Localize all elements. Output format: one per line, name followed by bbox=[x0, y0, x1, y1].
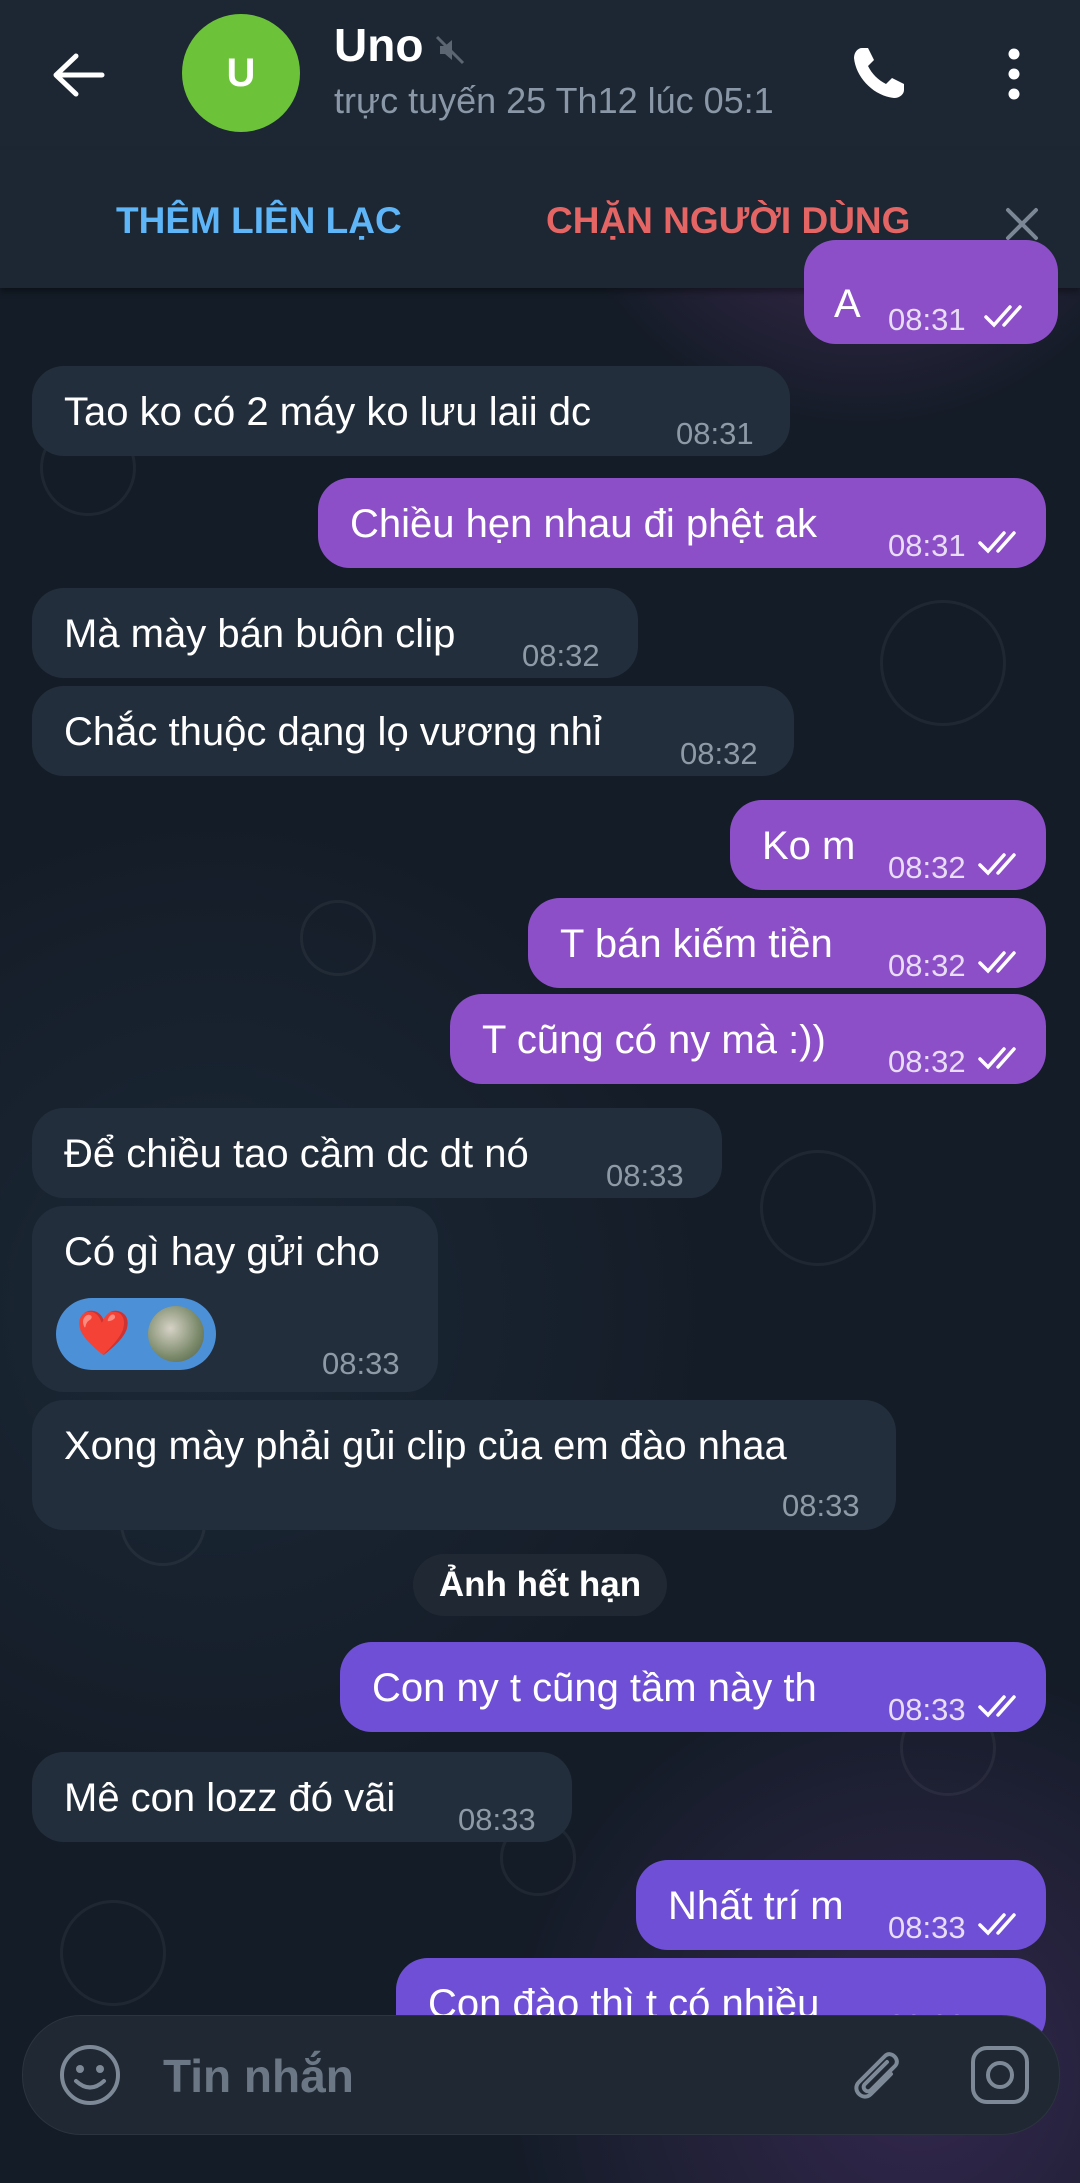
message-bubble-incoming[interactable]: Để chiều tao cầm dc dt nó 08:33 bbox=[32, 1108, 722, 1198]
message-bubble-outgoing[interactable]: Nhất trí m 08:33 bbox=[636, 1860, 1046, 1950]
message-bubble-outgoing[interactable]: T bán kiếm tiền 08:32 bbox=[528, 898, 1046, 988]
message-bubble-incoming[interactable]: Mê con lozz đó vãi 08:33 bbox=[32, 1752, 572, 1842]
message-time: 08:33 bbox=[458, 1802, 536, 1837]
emoji-icon[interactable] bbox=[57, 2042, 123, 2108]
chat-title[interactable]: Uno bbox=[334, 18, 423, 72]
message-bubble-incoming[interactable]: Mà mày bán buôn clip 08:32 bbox=[32, 588, 638, 678]
close-icon[interactable] bbox=[1004, 206, 1040, 242]
double-check-icon bbox=[984, 305, 1022, 328]
message-text: Con ny t cũng tầm này th bbox=[372, 1666, 817, 1710]
message-text: Mê con lozz đó vãi bbox=[64, 1776, 396, 1820]
message-time: 08:33 bbox=[606, 1158, 684, 1193]
message-bubble-outgoing[interactable]: A 08:31 bbox=[804, 240, 1058, 344]
heart-reaction-icon: ❤️ bbox=[76, 1309, 131, 1358]
reaction-pill[interactable]: ❤️ bbox=[56, 1298, 216, 1370]
message-text: Xong mày phải gủi clip của em đào nhaa bbox=[64, 1424, 787, 1468]
double-check-icon bbox=[978, 1695, 1016, 1718]
message-time: 08:32 bbox=[888, 1044, 966, 1079]
double-check-icon bbox=[978, 531, 1016, 554]
last-seen-status: trực tuyến 25 Th12 lúc 05:1 bbox=[334, 80, 774, 121]
message-bubble-incoming[interactable]: Chắc thuộc dạng lọ vương nhỉ 08:32 bbox=[32, 686, 794, 776]
message-time: 08:33 bbox=[322, 1346, 400, 1381]
message-text: Chắc thuộc dạng lọ vương nhỉ bbox=[64, 710, 602, 754]
message-text: Nhất trí m bbox=[668, 1884, 844, 1928]
message-time: 08:31 bbox=[888, 302, 966, 337]
message-text: Mà mày bán buôn clip bbox=[64, 612, 456, 656]
service-message: Ảnh hết hạn bbox=[413, 1554, 667, 1616]
message-text: A bbox=[834, 282, 861, 326]
message-bubble-incoming[interactable]: Tao ko có 2 máy ko lưu laii dc 08:31 bbox=[32, 366, 790, 456]
message-text: Ko m bbox=[762, 824, 856, 868]
reactor-avatar bbox=[148, 1306, 204, 1362]
double-check-icon bbox=[978, 1047, 1016, 1070]
message-text: Chiều hẹn nhau đi phệt ak bbox=[350, 502, 818, 546]
message-bubble-outgoing[interactable]: Ko m 08:32 bbox=[730, 800, 1046, 890]
message-text: T bán kiếm tiền bbox=[560, 922, 833, 966]
muted-icon bbox=[435, 35, 465, 65]
message-time: 08:32 bbox=[522, 638, 600, 673]
message-text: Để chiều tao cầm dc dt nó bbox=[64, 1132, 529, 1176]
message-text: T cũng có ny mà :)) bbox=[482, 1018, 826, 1062]
add-contact-button[interactable]: THÊM LIÊN LẠC bbox=[116, 200, 402, 242]
message-text: Tao ko có 2 máy ko lưu laii dc bbox=[64, 390, 592, 434]
message-time: 08:33 bbox=[888, 1692, 966, 1727]
message-time: 08:32 bbox=[680, 736, 758, 771]
message-bubble-outgoing[interactable]: Con ny t cũng tầm này th 08:33 bbox=[340, 1642, 1046, 1732]
block-user-button[interactable]: CHẶN NGƯỜI DÙNG bbox=[546, 200, 910, 242]
message-bubble-outgoing[interactable]: Chiều hẹn nhau đi phệt ak 08:31 bbox=[318, 478, 1046, 568]
avatar[interactable]: U bbox=[182, 14, 300, 132]
message-bubble-incoming[interactable]: Xong mày phải gủi clip của em đào nhaa 0… bbox=[32, 1400, 896, 1530]
message-time: 08:32 bbox=[888, 948, 966, 983]
more-options-icon[interactable] bbox=[1000, 44, 1028, 104]
message-input[interactable]: Tin nhắn bbox=[163, 2049, 354, 2103]
double-check-icon bbox=[978, 1913, 1016, 1936]
back-arrow-icon[interactable] bbox=[50, 52, 106, 98]
message-time: 08:31 bbox=[888, 528, 966, 563]
message-time: 08:31 bbox=[676, 416, 754, 451]
camera-icon[interactable] bbox=[967, 2042, 1033, 2108]
paperclip-icon[interactable] bbox=[843, 2042, 909, 2108]
message-time: 08:33 bbox=[888, 1910, 966, 1945]
message-bubble-outgoing[interactable]: T cũng có ny mà :)) 08:32 bbox=[450, 994, 1046, 1084]
message-composer: Tin nhắn bbox=[22, 2015, 1060, 2135]
double-check-icon bbox=[978, 951, 1016, 974]
message-text: Có gì hay gửi cho bbox=[64, 1230, 380, 1274]
chat-header: U Uno trực tuyến 25 Th12 lúc 05:1 bbox=[0, 0, 1080, 150]
message-time: 08:33 bbox=[782, 1488, 860, 1523]
double-check-icon bbox=[978, 853, 1016, 876]
phone-icon[interactable] bbox=[848, 44, 908, 104]
message-time: 08:32 bbox=[888, 850, 966, 885]
